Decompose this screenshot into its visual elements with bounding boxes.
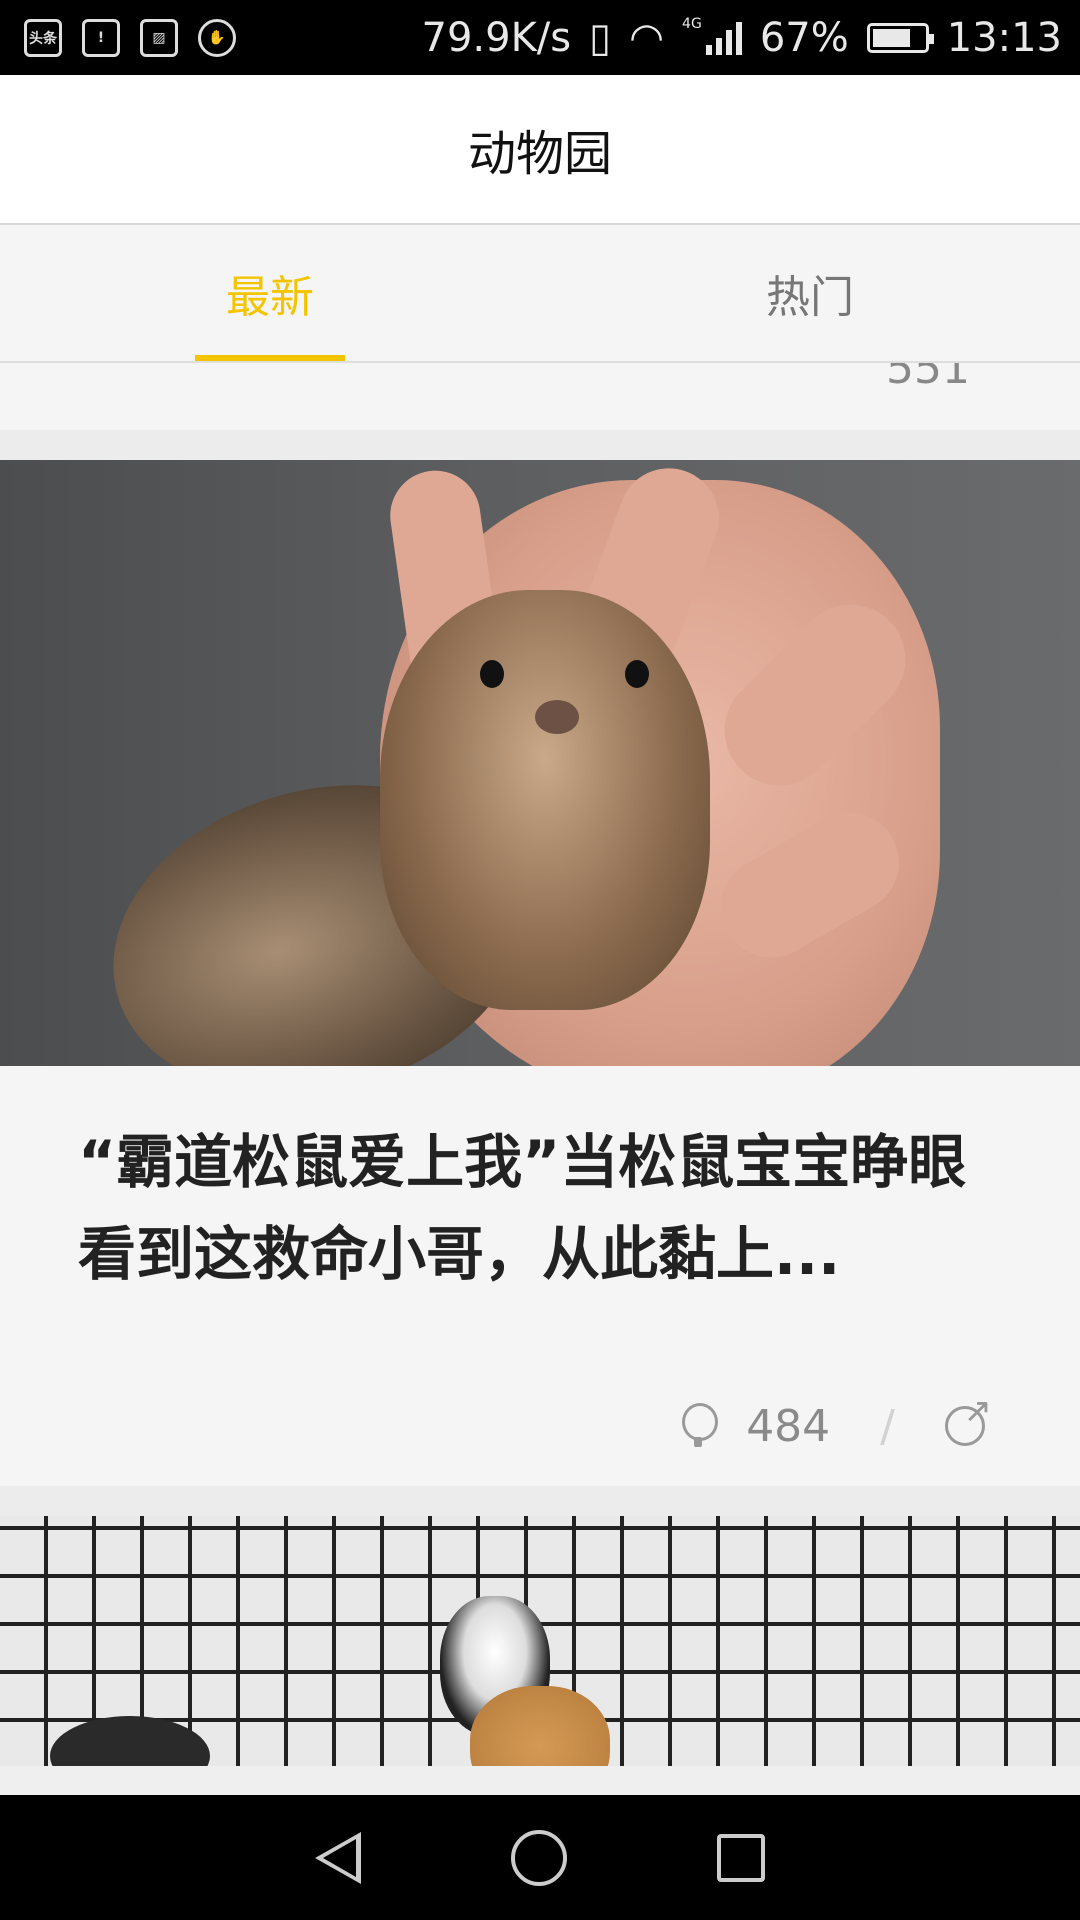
battery-icon [866,22,934,53]
battery-percent: 67% [759,14,849,61]
recents-icon[interactable] [717,1833,765,1882]
system-nav-bar [0,1795,1080,1920]
hand-icon: ✋ [198,18,236,57]
home-icon[interactable] [511,1829,567,1886]
squirrel-eye [480,660,504,688]
clock: 13:13 [946,14,1062,61]
card-separator [0,430,1080,460]
comment-bulb-icon[interactable] [680,1403,719,1449]
footer-divider: / [880,1400,895,1452]
article-title[interactable]: “霸道松鼠爱上我”当松鼠宝宝睁眼看到这救命小哥，从此黏上... [0,1066,1080,1366]
image-icon: ▨ [140,18,178,57]
network-speed: 79.9K/s [421,14,572,61]
vibrate-icon: ▯ [589,14,612,61]
tab-bar: 最新 热门 [0,225,1080,363]
signal-icon [705,21,742,55]
article-footer: 484 / [0,1366,1080,1486]
share-icon[interactable] [945,1391,992,1446]
article-card[interactable] [0,1516,1080,1766]
page-title: 动物园 [467,126,612,182]
tab-hot[interactable]: 热门 [540,225,1080,361]
squirrel-eye [625,660,649,688]
network-type: 4G [682,15,702,32]
battery-alert-icon: ! [82,18,120,57]
squirrel-illustration [380,590,710,1010]
wifi-icon: ◠ [629,14,665,61]
article-card[interactable]: “霸道松鼠爱上我”当松鼠宝宝睁眼看到这救命小哥，从此黏上... 484 / [0,460,1080,1486]
toutiao-icon: 头条 [24,18,62,57]
previous-comment-count: 551 [886,363,970,394]
article-image[interactable] [0,1516,1080,1766]
squirrel-nose [535,700,579,734]
feed-list[interactable]: 551 “霸道松鼠爱上我”当松鼠宝宝睁眼看到这救命小哥，从此黏上... 484 … [0,363,1080,1795]
comment-count: 484 [746,1400,831,1452]
previous-card-tail: 551 [0,363,1080,430]
card-separator [0,1486,1080,1516]
tab-latest[interactable]: 最新 [0,225,540,361]
dog-illustration [50,1716,210,1766]
status-bar: 头条 ! ▨ ✋ 79.9K/s ▯ ◠ 4G 67% 13:13 [0,0,1080,75]
article-image[interactable] [0,460,1080,1066]
back-icon[interactable] [315,1831,361,1884]
header: 动物园 [0,75,1080,225]
